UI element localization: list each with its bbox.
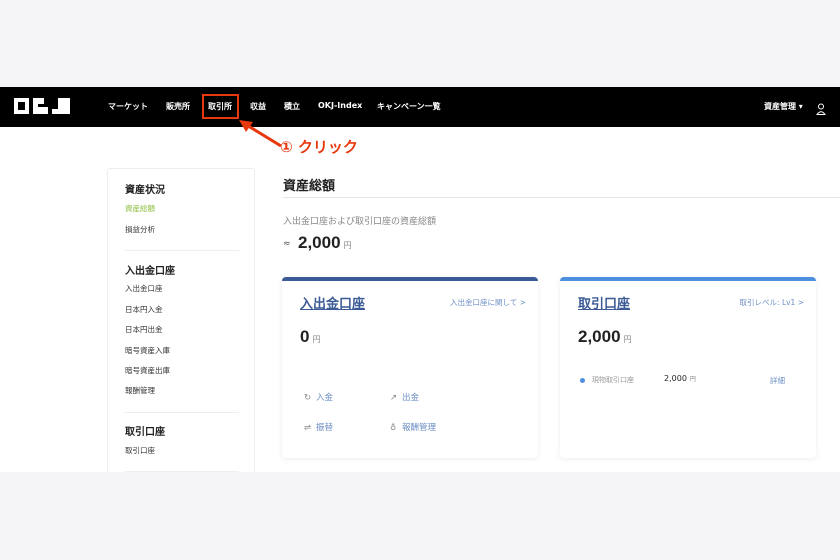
sidebar-item-jpy-deposit[interactable]: 日本円入金 xyxy=(125,304,163,315)
yen-unit: 円 xyxy=(343,241,352,250)
transfer-button[interactable]: ⇌ 振替 xyxy=(304,421,333,433)
sidebar-item-crypto-deposit[interactable]: 暗号資産入庫 xyxy=(125,345,170,356)
funding-account-info-link[interactable]: 入出金口座に関して > xyxy=(450,297,526,308)
withdraw-icon: ↗ xyxy=(390,393,398,403)
deposit-button[interactable]: ↻ 入金 xyxy=(304,391,333,403)
asset-management-menu[interactable]: 資産管理 ▾ xyxy=(764,101,803,112)
nav-tsumitate[interactable]: 積立 xyxy=(284,101,300,112)
reward-management-button[interactable]: ♁ 報酬管理 xyxy=(390,421,436,433)
sidebar-item-pl-analysis[interactable]: 損益分析 xyxy=(125,224,155,235)
nav-market[interactable]: マーケット xyxy=(108,101,148,112)
withdraw-button[interactable]: ↗ 出金 xyxy=(390,391,419,403)
card-title[interactable]: 取引口座 xyxy=(578,293,630,312)
card-amount: 0円 xyxy=(300,327,321,346)
nav-earn[interactable]: 収益 xyxy=(250,101,266,112)
page-content: 資産状況 資産総額 損益分析 入出金口座 入出金口座 日本円入金 日本円出金 暗… xyxy=(0,127,840,472)
divider xyxy=(125,250,239,251)
card-amount: 2,000 円 xyxy=(578,327,632,346)
okj-logo[interactable] xyxy=(14,97,70,115)
top-nav: マーケット 販売所 取引所 収益 積立 OKJ-Index キャンペーン一覧 資… xyxy=(0,87,840,127)
trading-account-card: 取引口座 取引レベル: Lv1 > 2,000 円 現物取引口座 2,000 円 詳… xyxy=(560,277,816,458)
total-value: 2,000 xyxy=(298,233,341,252)
annotation-arrow-icon xyxy=(239,120,282,148)
sidebar-item-trading-account[interactable]: 取引口座 xyxy=(125,445,155,456)
funding-account-card: 入出金口座 入出金口座に関して > 0円 ↻ 入金 ↗ 出金 ⇌ 振替 ♁ 報酬管理 xyxy=(282,277,538,458)
sidebar: 資産状況 資産総額 損益分析 入出金口座 入出金口座 日本円入金 日本円出金 暗… xyxy=(107,168,255,472)
sidebar-item-reward-management[interactable]: 報酬管理 xyxy=(125,385,155,396)
sidebar-item-crypto-withdraw[interactable]: 暗号資産出庫 xyxy=(125,365,170,376)
nav-okj-index[interactable]: OKJ-Index xyxy=(318,101,362,110)
deposit-icon: ↻ xyxy=(304,393,312,403)
page-title: 資産総額 xyxy=(283,179,336,194)
sidebar-section-title: 取引口座 xyxy=(125,427,165,438)
divider xyxy=(125,471,239,472)
sidebar-item-jpy-withdraw[interactable]: 日本円出金 xyxy=(125,324,163,335)
title-divider xyxy=(283,197,840,198)
highlight-box xyxy=(202,94,239,119)
transfer-icon: ⇌ xyxy=(304,423,312,433)
sidebar-section-title: 入出金口座 xyxy=(125,266,175,277)
total-subtitle: 入出金口座および取引口座の資産総額 xyxy=(283,217,437,227)
bullet-icon xyxy=(580,378,585,383)
total-amount: 2,000 円 xyxy=(298,233,352,253)
user-icon[interactable] xyxy=(816,100,826,115)
spot-account-amount: 2,000 円 xyxy=(664,374,696,383)
nav-campaigns[interactable]: キャンペーン一覧 xyxy=(377,101,441,112)
divider xyxy=(125,412,239,413)
detail-link[interactable]: 詳細 xyxy=(770,375,785,386)
spot-account-label: 現物取引口座 xyxy=(592,376,634,384)
annotation-click-label: ① クリック xyxy=(280,138,358,156)
nav-sales[interactable]: 販売所 xyxy=(166,101,190,112)
trading-level-link[interactable]: 取引レベル: Lv1 > xyxy=(740,297,804,308)
card-title[interactable]: 入出金口座 xyxy=(300,293,365,312)
sidebar-item-funding-account[interactable]: 入出金口座 xyxy=(125,283,163,294)
approx-symbol: ≈ xyxy=(283,239,291,249)
reward-icon: ♁ xyxy=(390,423,397,433)
sidebar-section-title: 資産状況 xyxy=(125,185,165,196)
sidebar-item-total-assets[interactable]: 資産総額 xyxy=(125,203,155,214)
